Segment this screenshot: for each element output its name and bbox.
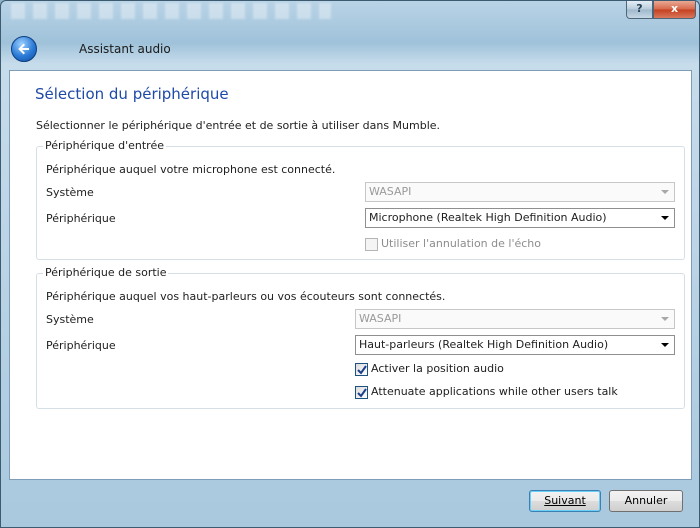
chevron-down-icon [661,317,669,321]
echo-cancel-checkbox[interactable] [365,238,378,251]
checkmark-icon [357,365,367,375]
input-device-value: Microphone (Realtek High Definition Audi… [369,211,607,224]
attenuate-label: Attenuate applications while other users… [371,385,618,398]
checkmark-icon [357,388,367,398]
echo-cancel-label: Utiliser l'annulation de l'écho [381,237,541,250]
positional-audio-checkbox[interactable] [355,363,368,376]
input-device-group: Périphérique d'entrée Périphérique auque… [36,139,685,260]
output-device-group: Périphérique de sortie Périphérique auqu… [36,266,685,409]
input-info-text: Périphérique auquel votre microphone est… [46,163,336,176]
output-device-select[interactable]: Haut-parleurs (Realtek High Definition A… [355,335,675,355]
positional-audio-label: Activer la position audio [371,362,504,375]
help-button[interactable]: ? [626,1,653,19]
chevron-down-icon [661,343,669,347]
wizard-page: Sélection du périphérique Sélectionner l… [9,70,692,480]
output-device-value: Haut-parleurs (Realtek High Definition A… [359,338,609,351]
input-device-select[interactable]: Microphone (Realtek High Definition Audi… [365,208,675,228]
close-button[interactable]: x [653,1,696,19]
output-system-value: WASAPI [359,312,402,325]
wizard-title: Assistant audio [79,42,171,56]
background-blur [11,3,331,19]
attenuate-checkbox[interactable] [355,386,368,399]
next-button-label: Suivant [544,494,586,507]
page-title: Sélection du périphérique [35,85,229,103]
output-group-title: Périphérique de sortie [43,266,169,279]
input-system-value: WASAPI [369,185,412,198]
chevron-down-icon [661,190,669,194]
cancel-button-label: Annuler [624,494,668,507]
input-group-title: Périphérique d'entrée [43,139,166,152]
back-button[interactable] [11,36,37,62]
input-system-select[interactable]: WASAPI [365,182,675,202]
wizard-window: ? x Assistant audio Sélection du périphé… [0,0,700,528]
input-device-label: Périphérique [46,212,116,225]
output-system-label: Système [46,313,94,326]
chevron-down-icon [661,216,669,220]
output-system-select[interactable]: WASAPI [355,309,675,329]
title-bar[interactable]: ? x Assistant audio [1,1,699,69]
page-description: Sélectionner le périphérique d'entrée et… [36,119,441,132]
output-info-text: Périphérique auquel vos haut-parleurs ou… [46,290,446,303]
arrow-left-icon [18,43,29,55]
next-button[interactable]: Suivant [529,490,601,512]
cancel-button[interactable]: Annuler [609,490,683,512]
input-system-label: Système [46,186,94,199]
output-device-label: Périphérique [46,339,116,352]
